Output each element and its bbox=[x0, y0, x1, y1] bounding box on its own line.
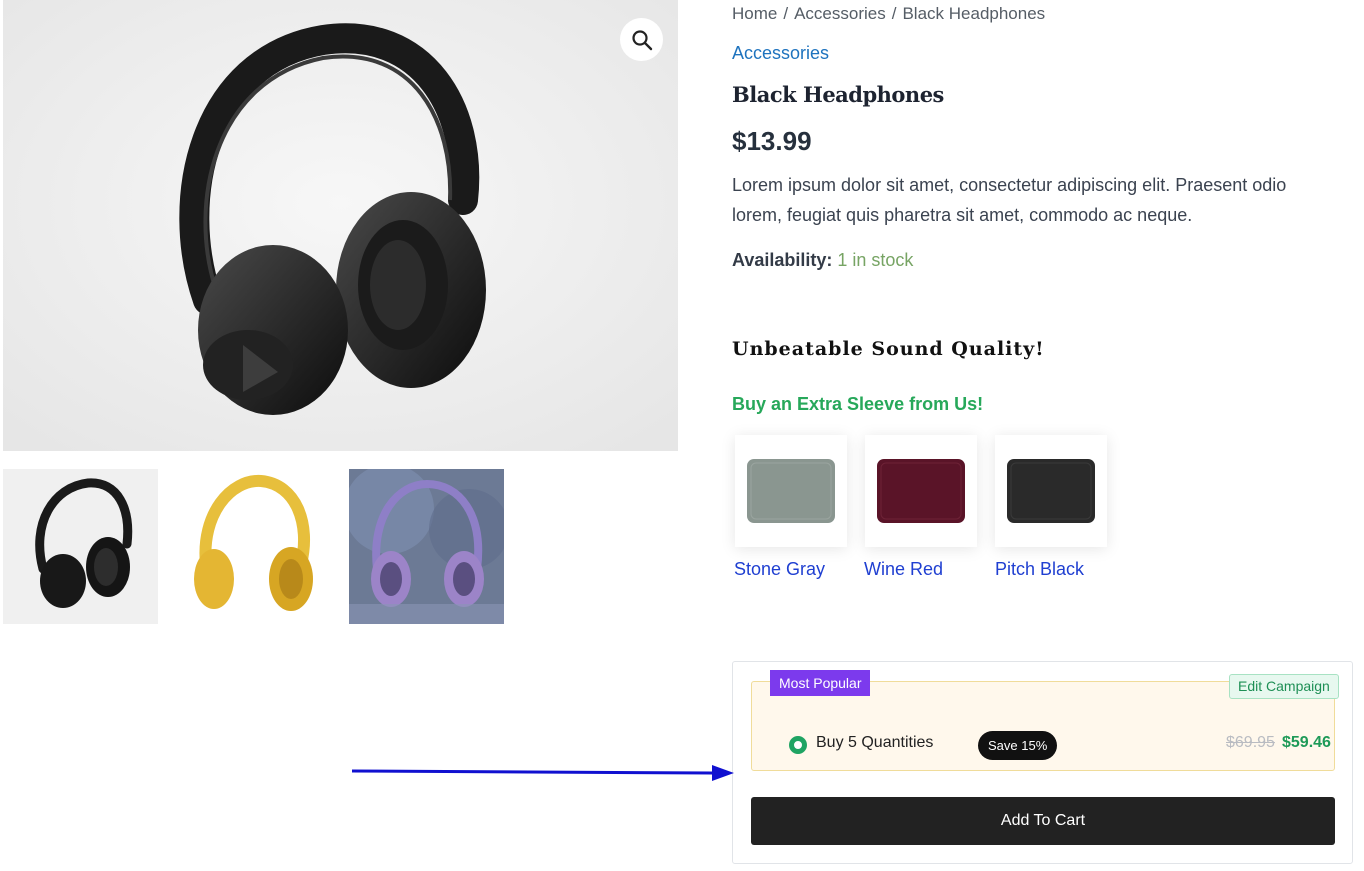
discounted-price: $59.46 bbox=[1282, 734, 1331, 751]
zoom-button[interactable] bbox=[620, 18, 663, 61]
breadcrumb-separator: / bbox=[783, 4, 789, 23]
offer-radio[interactable] bbox=[789, 736, 807, 754]
thumbnail-purple-headphones[interactable] bbox=[349, 469, 504, 624]
sleeve-heading: Buy an Extra Sleeve from Us! bbox=[732, 394, 984, 414]
yellow-headphones-thumb bbox=[176, 469, 331, 624]
black-headphones-thumb bbox=[3, 469, 158, 624]
laptop-sleeve-icon bbox=[877, 459, 965, 523]
sleeve-swatch-stone-gray[interactable] bbox=[735, 435, 847, 547]
breadcrumb-home[interactable]: Home bbox=[732, 4, 777, 23]
stock-status: 1 in stock bbox=[837, 250, 914, 270]
breadcrumb: Home / Accessories / Black Headphones bbox=[732, 4, 1045, 24]
breadcrumb-current: Black Headphones bbox=[902, 4, 1046, 23]
thumbnail-yellow-headphones[interactable] bbox=[176, 469, 331, 624]
most-popular-badge: Most Popular bbox=[770, 670, 871, 696]
sleeve-swatch-pitch-black[interactable] bbox=[995, 435, 1107, 547]
sleeve-label-pitch-black[interactable]: Pitch Black bbox=[995, 559, 1084, 580]
promo-heading: Unbeatable Sound Quality! bbox=[732, 338, 1045, 360]
availability-label: Availability: bbox=[732, 250, 833, 270]
availability: Availability: 1 in stock bbox=[732, 250, 913, 271]
main-product-image[interactable] bbox=[3, 0, 678, 451]
annotation-arrow-icon bbox=[351, 765, 734, 781]
save-badge: Save 15% bbox=[978, 731, 1058, 760]
product-price: $13.99 bbox=[732, 126, 812, 156]
product-title: Black Headphones bbox=[732, 82, 944, 107]
sleeve-swatch-wine-red[interactable] bbox=[865, 435, 977, 547]
magnifier-icon bbox=[631, 29, 652, 50]
edit-campaign-button[interactable]: Edit Campaign bbox=[1229, 674, 1339, 699]
breadcrumb-separator: / bbox=[891, 4, 897, 23]
add-to-cart-button[interactable]: Add To Cart bbox=[751, 797, 1335, 845]
offer-label: Buy 5 Quantities bbox=[816, 734, 934, 751]
laptop-sleeve-icon bbox=[747, 459, 835, 523]
laptop-sleeve-icon bbox=[1007, 459, 1095, 523]
headphones-image bbox=[3, 0, 678, 451]
sleeve-label-stone-gray[interactable]: Stone Gray bbox=[734, 559, 825, 580]
product-description: Lorem ipsum dolor sit amet, consectetur … bbox=[732, 175, 1287, 225]
breadcrumb-accessories[interactable]: Accessories bbox=[794, 4, 886, 23]
sleeve-label-wine-red[interactable]: Wine Red bbox=[864, 559, 943, 580]
thumbnail-black-headphones[interactable] bbox=[3, 469, 158, 624]
purple-headphones-thumb bbox=[349, 469, 504, 624]
product-category-link[interactable]: Accessories bbox=[732, 43, 829, 64]
quantity-campaign-box: Buy 5 Quantities Save 15% $69.95 $59.46 … bbox=[732, 661, 1353, 864]
original-price: $69.95 bbox=[1226, 734, 1275, 751]
